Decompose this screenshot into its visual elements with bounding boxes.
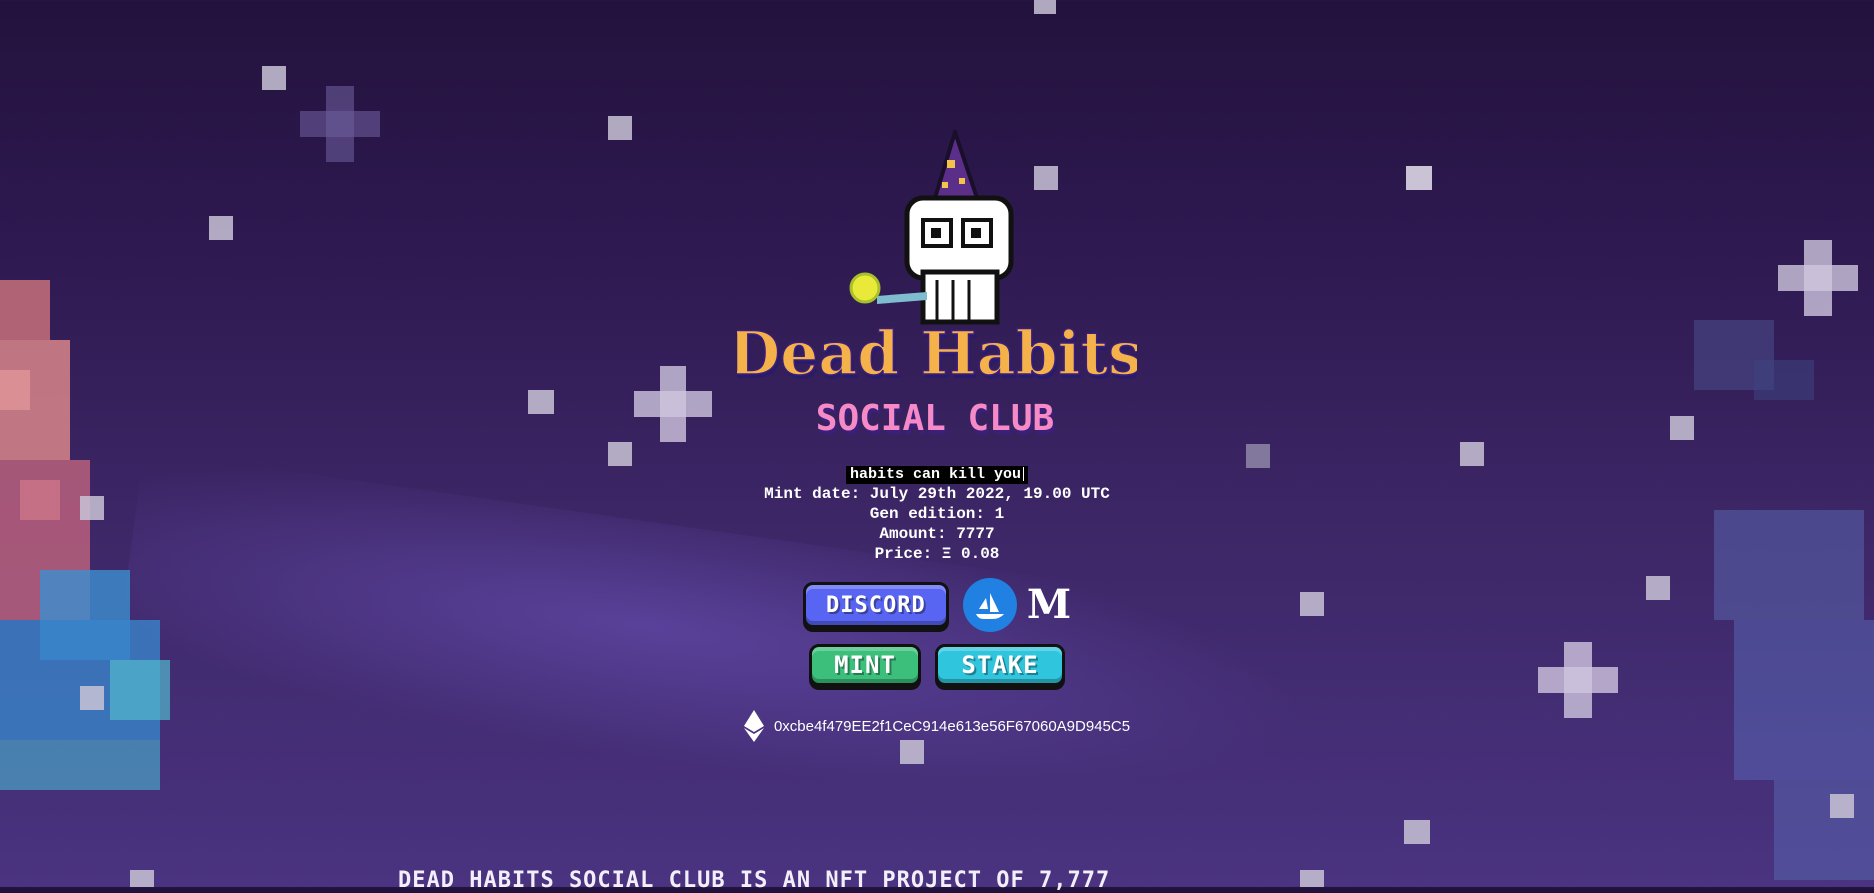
- stake-button[interactable]: STAKE: [935, 644, 1065, 686]
- opensea-icon[interactable]: [962, 578, 1017, 632]
- hero-section: Dead Habits Dead Habits SOCIAL CLUB SOCI…: [0, 130, 1874, 742]
- medium-icon[interactable]: M: [1027, 585, 1071, 625]
- contract-address[interactable]: 0xcbe4f479EE2f1CeC914e613e56F67060A9D945…: [774, 718, 1130, 735]
- dead-habits-logo: Dead Habits Dead Habits SOCIAL CLUB SOCI…: [737, 130, 1137, 443]
- ethereum-icon: [743, 710, 764, 742]
- price: Price: Ξ 0.08: [874, 545, 1000, 563]
- logo-title-text: Dead Habits: [737, 319, 1137, 389]
- contract-address-row: 0xcbe4f479EE2f1CeC914e613e56F67060A9D945…: [0, 710, 1874, 742]
- footer-description: DEAD HABITS SOCIAL CLUB IS AN NFT PROJEC…: [398, 868, 1111, 893]
- logo-subtitle-text: SOCIAL CLUB: [816, 398, 1054, 439]
- gen-edition: Gen edition: 1: [869, 505, 1005, 523]
- tagline: habits can kill you: [845, 466, 1029, 484]
- discord-button[interactable]: DISCORD: [802, 582, 949, 628]
- text-cursor: [1023, 467, 1025, 482]
- amount: Amount: 7777: [879, 525, 995, 543]
- social-links: DISCORD M: [0, 578, 1874, 632]
- mint-button[interactable]: MINT: [809, 644, 921, 686]
- action-buttons: MINT STAKE: [0, 644, 1874, 686]
- mint-date: Mint date: July 29th 2022, 19.00 UTC: [764, 485, 1110, 503]
